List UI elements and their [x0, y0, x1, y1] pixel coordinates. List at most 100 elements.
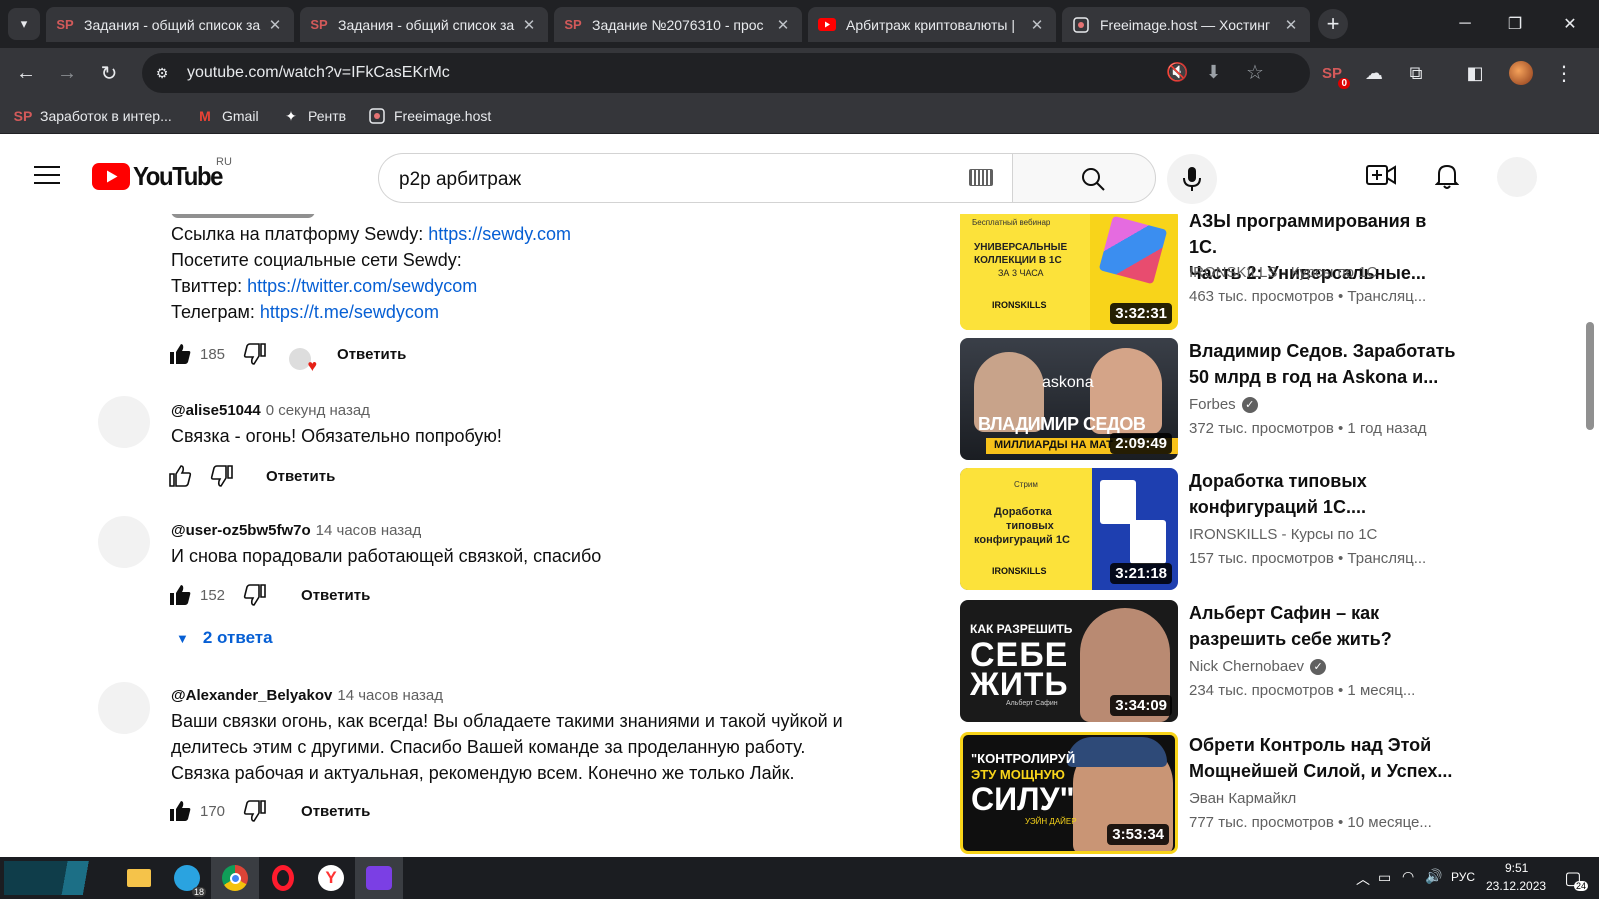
close-tab-icon[interactable]: ✕ — [1028, 16, 1046, 34]
profile-avatar[interactable] — [1505, 57, 1537, 89]
video-title[interactable]: Доработка типовых конфигураций 1С.... — [1189, 468, 1459, 520]
related-video-item[interactable]: Стрим Доработка типовых конфигураций 1С … — [960, 468, 1580, 590]
comment-author[interactable]: @user-oz5bw5fw7o — [171, 522, 311, 539]
browser-tab[interactable]: SP Задания - общий список за ✕ — [46, 7, 294, 42]
avatar[interactable] — [98, 396, 150, 448]
view-replies-button[interactable]: ▼ 2 ответа — [176, 628, 273, 648]
reply-button[interactable]: Ответить — [337, 346, 406, 363]
search-input[interactable]: p2p арбитраж — [399, 169, 521, 191]
side-panel-icon[interactable]: ◧ — [1459, 57, 1491, 89]
notifications-button[interactable] — [1434, 162, 1460, 195]
vpn-extension-icon[interactable]: ☁ — [1358, 57, 1390, 89]
opera-icon[interactable] — [259, 857, 307, 899]
browser-tab-active[interactable]: Арбитраж криптовалюты | ✕ — [808, 7, 1056, 42]
like-icon[interactable] — [168, 464, 192, 488]
video-app-icon[interactable] — [355, 857, 403, 899]
minimize-button[interactable]: ─ — [1440, 0, 1490, 48]
comment-time[interactable]: 0 секунд назад — [266, 402, 370, 419]
related-video-item[interactable]: askona ВЛАДИМИР СЕДОВ МИЛЛИАРДЫ НА МАТ 2… — [960, 338, 1580, 460]
avatar[interactable] — [98, 516, 150, 568]
chrome-icon[interactable] — [211, 857, 259, 899]
video-channel[interactable]: Эван Кармайкл — [1189, 790, 1296, 807]
file-explorer-icon[interactable] — [115, 857, 163, 899]
video-title[interactable]: Обрети Контроль над Этой Мощнейшей Силой,… — [1189, 732, 1459, 784]
telegram-icon[interactable]: 18 — [163, 857, 211, 899]
back-button[interactable]: ← — [10, 57, 42, 89]
video-channel[interactable]: Forbes ✓ — [1189, 396, 1258, 414]
page-scrollbar-thumb[interactable] — [1586, 322, 1594, 430]
voice-search-button[interactable] — [1167, 154, 1217, 204]
comment-author[interactable]: @alise51044 — [171, 402, 261, 419]
dislike-icon[interactable] — [210, 464, 234, 488]
dislike-icon[interactable] — [243, 799, 267, 823]
browser-tab[interactable]: SP Задание №2076310 - прос ✕ — [554, 7, 802, 42]
bookmark-item[interactable]: SP Заработок в интер... — [14, 107, 172, 125]
input-language[interactable]: РУС — [1451, 870, 1475, 884]
video-channel[interactable]: IRONSKILLS - Курсы по 1С — [1189, 264, 1377, 281]
reload-button[interactable]: ↻ — [93, 57, 125, 89]
battery-icon[interactable]: ▭ — [1378, 869, 1391, 886]
close-window-button[interactable]: ✕ — [1545, 0, 1595, 48]
video-channel[interactable]: Nick Chernobaev ✓ — [1189, 658, 1327, 676]
avatar[interactable] — [98, 682, 150, 734]
video-thumbnail[interactable]: Стрим Доработка типовых конфигураций 1С … — [960, 468, 1178, 590]
notifications-icon[interactable]: ▢ 24 — [1560, 865, 1588, 891]
browser-menu-icon[interactable]: ⋮ — [1548, 57, 1580, 89]
video-title[interactable]: Альберт Сафин – как разрешить себе жить? — [1189, 600, 1459, 652]
like-filled-icon[interactable] — [168, 342, 192, 366]
comment-author[interactable]: @Alexander_Belyakov — [171, 687, 332, 704]
extensions-puzzle-icon[interactable]: ⧉ — [1400, 57, 1432, 89]
restore-button[interactable]: ❐ — [1490, 0, 1540, 48]
browser-tab[interactable]: Freeimage.host — Хостинг ✕ — [1062, 7, 1310, 42]
like-filled-icon[interactable] — [168, 583, 192, 607]
dislike-icon[interactable] — [243, 583, 267, 607]
clock-date[interactable]: 23.12.2023 — [1486, 879, 1546, 893]
comment-link[interactable]: https://t.me/sewdycom — [260, 302, 439, 322]
hamburger-menu-icon[interactable] — [34, 164, 60, 184]
volume-icon[interactable]: 🔊 — [1425, 868, 1442, 885]
video-thumbnail[interactable]: КАК РАЗРЕШИТЬ СЕБЕ ЖИТЬ Альберт Сафин 3:… — [960, 600, 1178, 722]
related-video-item[interactable]: КАК РАЗРЕШИТЬ СЕБЕ ЖИТЬ Альберт Сафин 3:… — [960, 600, 1580, 722]
video-thumbnail[interactable]: askona ВЛАДИМИР СЕДОВ МИЛЛИАРДЫ НА МАТ 2… — [960, 338, 1178, 460]
close-tab-icon[interactable]: ✕ — [1282, 16, 1300, 34]
install-app-icon[interactable]: ⬇ — [1206, 62, 1221, 83]
forward-button[interactable]: → — [51, 57, 83, 89]
dislike-icon[interactable] — [243, 342, 267, 366]
comment-time[interactable]: 14 часов назад — [316, 522, 422, 539]
bookmark-item[interactable]: M Gmail — [196, 107, 258, 125]
reply-button[interactable]: Ответить — [301, 803, 370, 820]
clock-time[interactable]: 9:51 — [1505, 861, 1528, 875]
like-filled-icon[interactable] — [168, 799, 192, 823]
comment-link[interactable]: https://twitter.com/sewdycom — [247, 276, 477, 296]
video-thumbnail[interactable]: Бесплатный вебинар УНИВЕРСАЛЬНЫЕ КОЛЛЕКЦ… — [960, 214, 1178, 330]
bookmark-item[interactable]: ✦ Рентв — [282, 107, 346, 125]
wifi-icon[interactable]: ◠ — [1402, 868, 1414, 885]
reply-button[interactable]: Ответить — [266, 468, 335, 485]
video-title[interactable]: Владимир Седов. Заработать 50 млрд в год … — [1189, 338, 1459, 390]
sp-extension-icon[interactable]: SP 0 — [1316, 57, 1350, 89]
keyboard-icon[interactable] — [969, 169, 993, 186]
close-tab-icon[interactable]: ✕ — [774, 16, 792, 34]
tab-search-button[interactable]: ▾ — [8, 8, 40, 40]
browser-tab[interactable]: SP Задания - общий список за ✕ — [300, 7, 548, 42]
comment-link[interactable]: https://sewdy.com — [428, 224, 571, 244]
related-video-item[interactable]: "КОНТРОЛИРУЙ ЭТУ МОЩНУЮ СИЛУ" УЭЙН ДАЙЕР… — [960, 732, 1580, 854]
video-thumbnail[interactable]: "КОНТРОЛИРУЙ ЭТУ МОЩНУЮ СИЛУ" УЭЙН ДАЙЕР… — [960, 732, 1178, 854]
site-settings-icon[interactable]: ⚙ — [152, 63, 172, 83]
youtube-logo[interactable]: YouTube — [92, 161, 230, 192]
create-video-button[interactable] — [1366, 164, 1396, 191]
comment-time[interactable]: 14 часов назад — [337, 687, 443, 704]
mute-site-icon[interactable]: 🔇 — [1166, 62, 1188, 83]
tray-overflow-chevron-icon[interactable]: ︿ — [1356, 869, 1370, 889]
address-bar[interactable]: ⚙ youtube.com/watch?v=IFkCasEKrMc 🔇 ⬇ ☆ — [142, 53, 1310, 93]
search-box[interactable]: p2p арбитраж ✕ — [378, 153, 1044, 203]
account-avatar[interactable] — [1497, 157, 1537, 197]
video-channel[interactable]: IRONSKILLS - Курсы по 1С — [1189, 526, 1377, 543]
search-button[interactable] — [1012, 153, 1156, 203]
reply-button[interactable]: Ответить — [301, 587, 370, 604]
yandex-browser-icon[interactable]: Y — [307, 857, 355, 899]
close-tab-icon[interactable]: ✕ — [266, 16, 284, 34]
related-video-item[interactable]: Бесплатный вебинар УНИВЕРСАЛЬНЫЕ КОЛЛЕКЦ… — [960, 214, 1580, 330]
new-tab-button[interactable]: + — [1318, 9, 1348, 39]
bookmark-item[interactable]: Freeimage.host — [368, 107, 491, 125]
